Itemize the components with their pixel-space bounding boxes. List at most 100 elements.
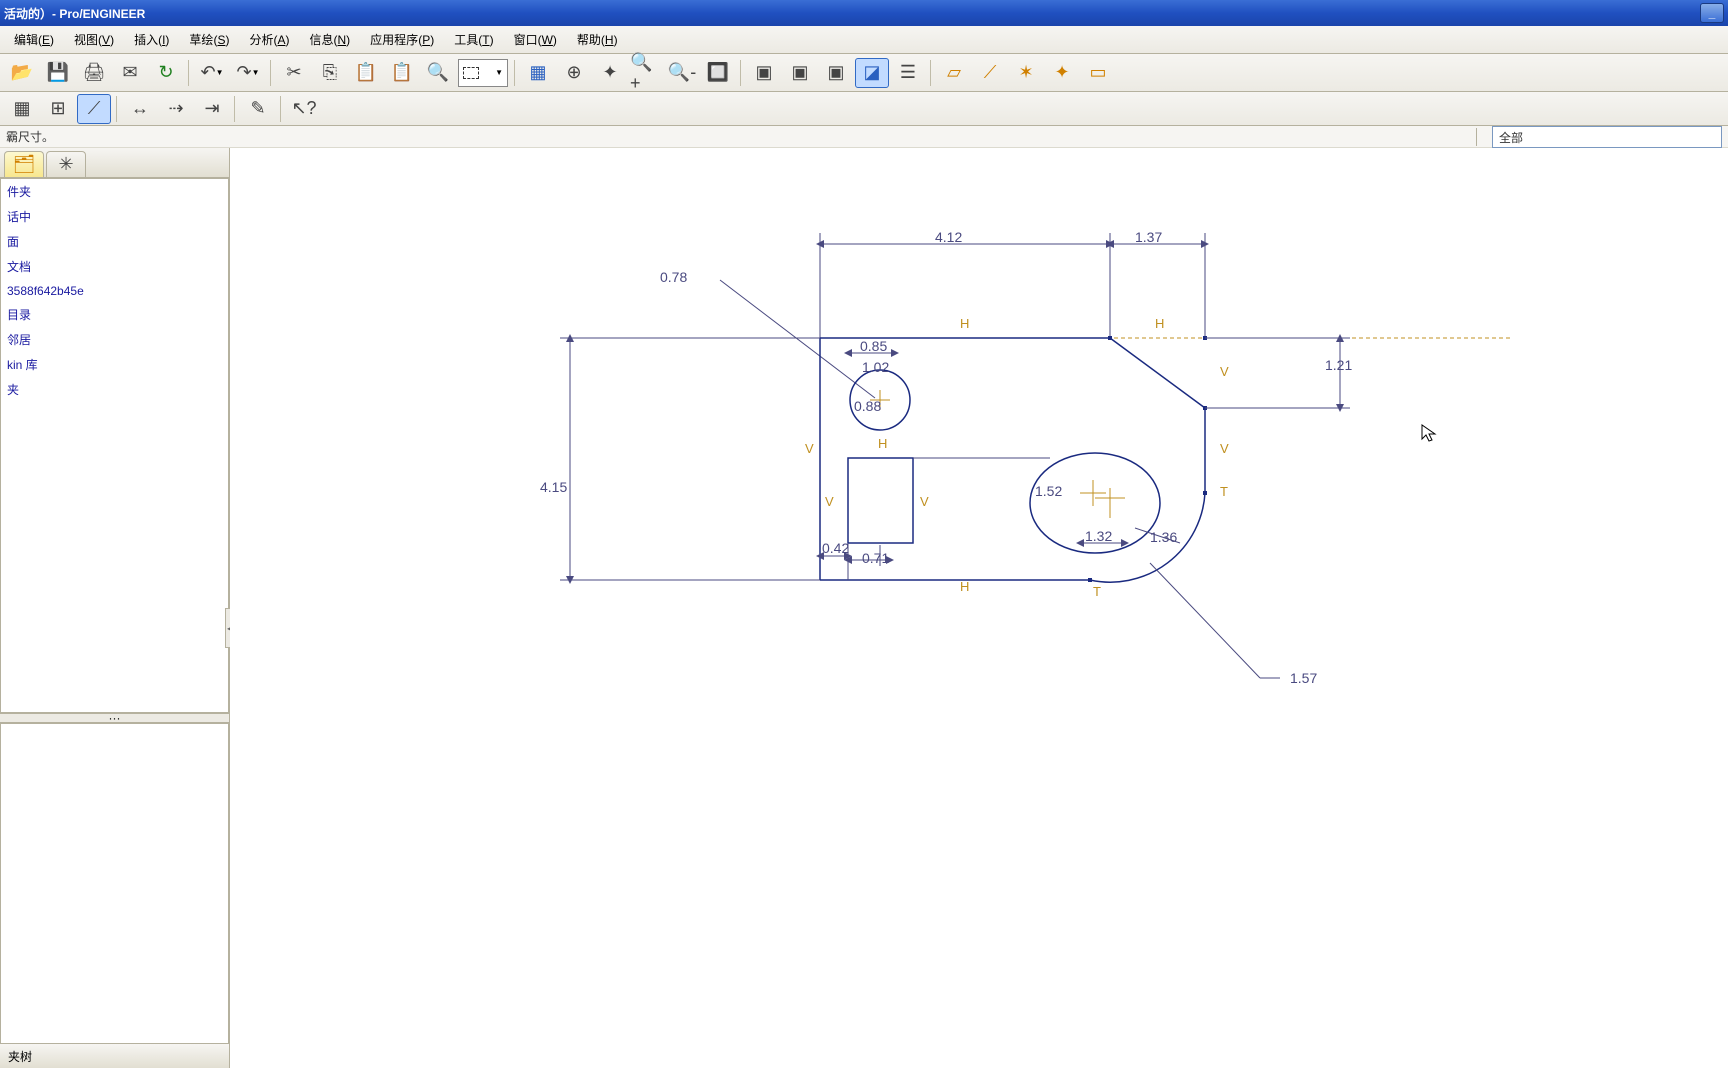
grid-check-icon: ▦ [529,62,546,83]
menu-window[interactable]: 窗口(W) [504,27,567,52]
tool-axes-button[interactable]: ⊕ [557,58,591,88]
graphics-area[interactable]: 4.12 1.37 0.78 [230,148,1728,1068]
undo-button[interactable]: ↶▼ [195,58,229,88]
status-bar: 霸尺寸。 全部 [0,126,1728,148]
menu-analysis[interactable]: 分析(A) [239,27,299,52]
folder-tree-label[interactable]: 夹树 [0,1044,229,1068]
svg-text:H: H [960,316,969,331]
svg-text:H: H [960,579,969,594]
svg-text:T: T [1093,584,1101,599]
mail-button[interactable]: ✉ [113,58,147,88]
status-message: 霸尺寸。 [6,128,54,145]
cursor-pointer-icon [1420,423,1440,443]
paste-icon: 📋 [355,62,377,83]
cut-icon: ✂ [286,62,301,83]
panel-splitter[interactable]: ··· [0,713,229,723]
paste-special-button[interactable]: 📋 [385,58,419,88]
menu-sketch[interactable]: 草绘(S) [179,27,239,52]
whats-this-button[interactable]: ↖? [287,94,321,124]
zoom-in-button[interactable]: 🔍+ [629,58,663,88]
folder-browser-tab[interactable]: 🗂 [4,151,44,177]
annotation-icon: ▭ [1089,62,1106,83]
filter-value: 全部 [1499,131,1523,145]
list-item[interactable]: 件夹 [1,179,228,204]
regenerate-button[interactable]: ↻ [149,58,183,88]
no-hidden-button[interactable]: ▣ [819,58,853,88]
hidden-line-button[interactable]: ▣ [783,58,817,88]
shaded-button[interactable]: ◪ [855,58,889,88]
svg-text:4.12: 4.12 [935,229,962,245]
favorites-tab[interactable]: ✳ [46,151,86,177]
menu-edit[interactable]: 编辑(E) [4,27,64,52]
menu-info[interactable]: 信息(N) [299,27,360,52]
datum-point-button[interactable]: ✶ [1009,58,1043,88]
save-icon: 💾 [47,62,69,83]
sketch-grid-button[interactable]: ⊞ [41,94,75,124]
list-item[interactable]: 邻居 [1,327,228,352]
menu-tools[interactable]: 工具(T) [444,27,503,52]
selection-filter[interactable]: 全部 [1492,126,1722,148]
binoculars-icon: 🔍 [427,62,449,83]
svg-text:0.71: 0.71 [862,550,889,566]
paste-special-icon: 📋 [391,62,413,83]
wireframe-button[interactable]: ▣ [747,58,781,88]
datum-csys-button[interactable]: ✦ [1045,58,1079,88]
datum-axis-button[interactable]: ⟋ [973,58,1007,88]
hidden-line-icon: ▣ [791,62,808,83]
sketch-dim-weak-button[interactable]: ⇢ [159,94,193,124]
copy-button[interactable]: ⎘ [313,58,347,88]
list-item[interactable]: 文档 [1,254,228,279]
menu-help[interactable]: 帮助(H) [567,27,628,52]
list-item[interactable]: 3588f642b45e [1,279,228,302]
list-item[interactable]: 目录 [1,302,228,327]
zoom-fit-button[interactable]: 🔲 [701,58,735,88]
zoom-out-icon: 🔍- [668,62,696,83]
paste-button[interactable]: 📋 [349,58,383,88]
selection-filter-dropdown[interactable]: ▼ [458,59,508,87]
folder-list[interactable]: 件夹 话中 面 文档 3588f642b45e 目录 邻居 kin 库 夹 [0,178,229,713]
datum-plane-button[interactable]: ▱ [937,58,971,88]
zoom-in-icon: 🔍+ [630,52,662,94]
sketch-orient-button[interactable]: ▦ [5,94,39,124]
wireframe-icon: ▣ [755,62,772,83]
dimension-icon: ↔ [131,98,149,119]
menu-application[interactable]: 应用程序(P) [360,27,444,52]
minimize-button[interactable]: _ [1700,3,1724,23]
star-icon: ✳ [58,154,73,175]
tool-grid-button[interactable]: ▦ [521,58,555,88]
annotation-button[interactable]: ▭ [1081,58,1115,88]
svg-text:H: H [1155,316,1164,331]
open-button[interactable]: 📂 [5,58,39,88]
menu-bar: 编辑(E) 视图(V) 插入(I) 草绘(S) 分析(A) 信息(N) 应用程序… [0,26,1728,54]
refresh-icon: ↻ [158,62,173,83]
list-item[interactable]: 夹 [1,377,228,402]
list-item[interactable]: 话中 [1,204,228,229]
navigator-panel: 🗂 ✳ 件夹 话中 面 文档 3588f642b45e 目录 邻居 kin 库 … [0,148,230,1068]
svg-text:V: V [1220,364,1229,379]
redo-button[interactable]: ↷▼ [231,58,265,88]
sketch-constraints-display-button[interactable]: ⟋ [77,94,111,124]
tool-spin-button[interactable]: ✦ [593,58,627,88]
svg-text:1.02: 1.02 [862,359,889,375]
redo-icon: ↷ [236,62,251,83]
ref-dim-icon: ⇥ [204,98,219,119]
zoom-out-button[interactable]: 🔍- [665,58,699,88]
save-button[interactable]: 💾 [41,58,75,88]
svg-text:V: V [1220,441,1229,456]
layers-button[interactable]: ☰ [891,58,925,88]
menu-view[interactable]: 视图(V) [64,27,124,52]
print-button[interactable]: 🖨 [77,58,111,88]
find-button[interactable]: 🔍 [421,58,455,88]
sketch-dim-ref-button[interactable]: ⇥ [195,94,229,124]
undo-icon: ↶ [200,62,215,83]
constraints-icon: ⟋ [88,98,101,119]
list-item[interactable]: 面 [1,229,228,254]
axes-icon: ⊕ [566,62,581,83]
list-item[interactable]: kin 库 [1,352,228,377]
cut-button[interactable]: ✂ [277,58,311,88]
sketch-dim-button[interactable]: ↔ [123,94,157,124]
sketch-tool-button[interactable]: ✎ [241,94,275,124]
window-title: 活动的）- Pro/ENGINEER [4,5,145,22]
menu-insert[interactable]: 插入(I) [124,27,179,52]
layers-icon: ☰ [900,62,916,83]
